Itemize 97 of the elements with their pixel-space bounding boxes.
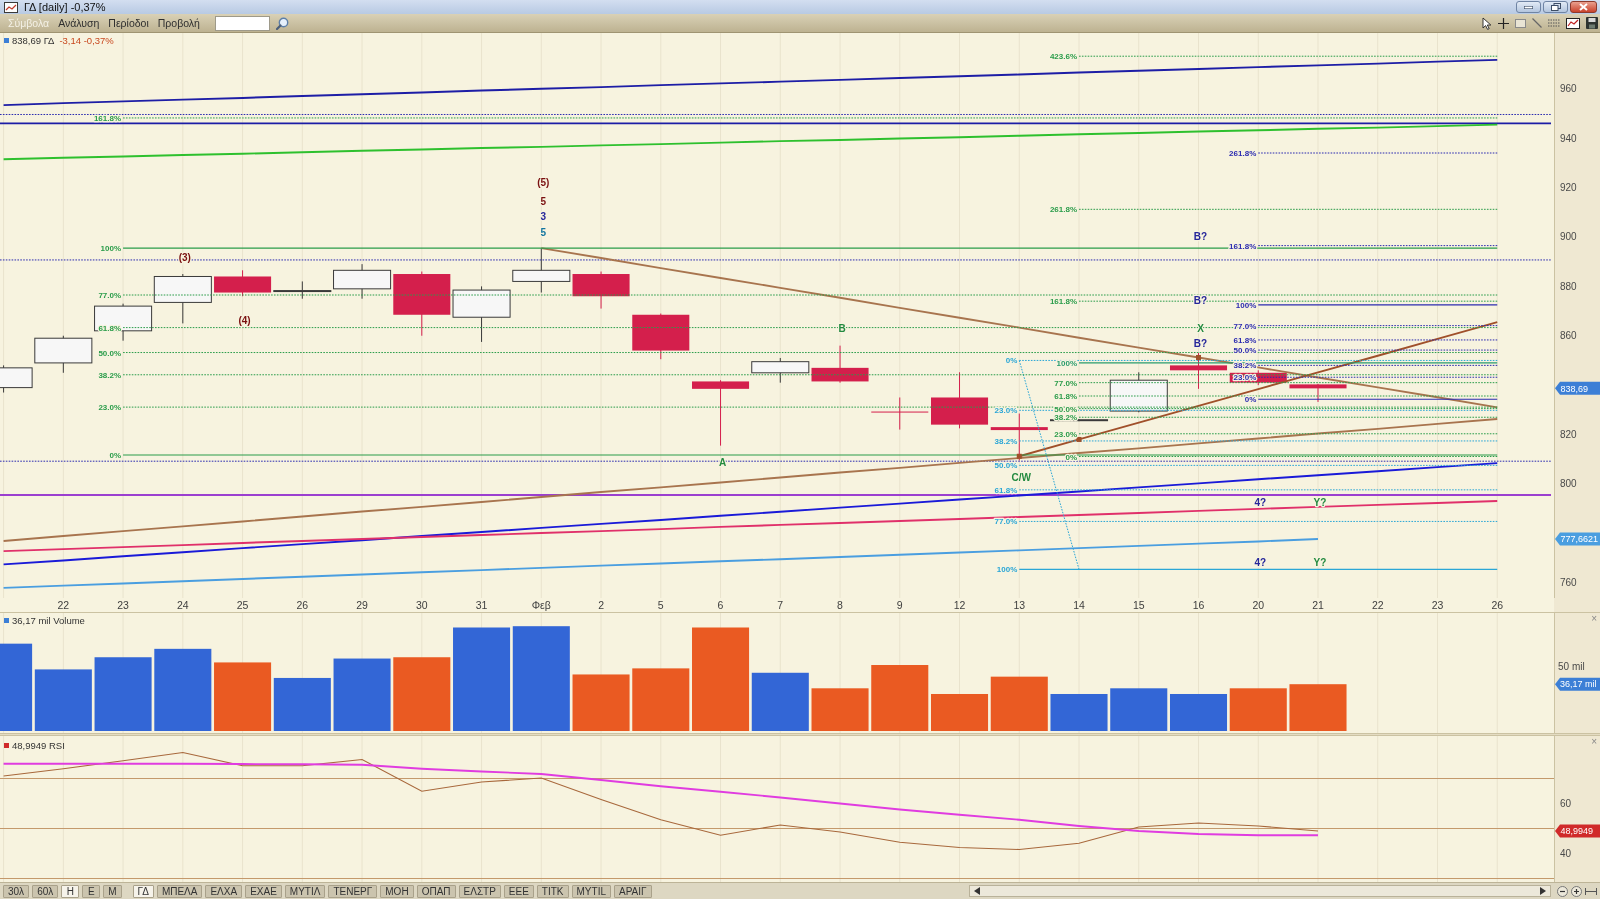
date-axis-label: 9 — [896, 598, 903, 611]
date-axis-label: 25 — [236, 598, 249, 611]
price-axis-label: 880 — [1560, 280, 1577, 292]
y-tick-label: 48,9949 — [1560, 826, 1594, 837]
fib-level-label: 38.2% — [98, 370, 122, 380]
wave-label: C/W — [1011, 472, 1031, 484]
fib-level-label: 61.8% — [1233, 335, 1257, 345]
wave-label: Y? — [1313, 556, 1327, 568]
fib-level-label: 23.0% — [1233, 373, 1257, 383]
fib-level-label: 423.6% — [1049, 52, 1077, 62]
wave-label: (5) — [537, 177, 550, 189]
fib-level-label: 50.0% — [98, 348, 122, 358]
fib-level-label: 77.0% — [1233, 321, 1257, 331]
fib-level-label: 161.8% — [93, 113, 122, 123]
legend-text: 36,17 mil Volume — [12, 615, 85, 626]
price-axis-label: 900 — [1560, 231, 1577, 243]
fib-level-label: 50.0% — [1054, 404, 1077, 414]
y-tick-label: 838,69 — [1560, 383, 1589, 394]
date-axis-label: 12 — [953, 598, 966, 611]
y-tick-label: 36,17 mil — [1560, 679, 1597, 690]
price-axis-label: 960 — [1560, 83, 1577, 95]
wave-label: B — [838, 323, 846, 335]
price-axis-label: 920 — [1560, 182, 1577, 194]
axis-value-tag: 48,9949 — [1555, 824, 1600, 838]
fib-level-label: 0% — [1065, 452, 1077, 462]
wave-label: 4? — [1254, 496, 1267, 508]
wave-label: Y? — [1313, 496, 1327, 508]
fib-level-label: 23.0% — [994, 406, 1018, 416]
fib-level-label: 50.0% — [1233, 346, 1257, 356]
date-axis-label: 31 — [475, 598, 488, 611]
fib-level-label: 0% — [109, 451, 122, 460]
fib-level-label: 50.0% — [994, 461, 1018, 471]
fib-level-label: 38.2% — [994, 436, 1018, 446]
y-tick-label: 777,6621 — [1560, 534, 1599, 545]
fib-level-label: 61.8% — [994, 485, 1018, 495]
fib-level-label: 261.8% — [1049, 205, 1077, 215]
fib-level-label: 100% — [1235, 300, 1257, 310]
rsi-axis-label: 60 — [1560, 798, 1572, 809]
price-change-text: -3,14 -0,37% — [59, 35, 114, 46]
fib-level-label: 100% — [100, 244, 122, 254]
fib-level-label: 77.0% — [98, 291, 122, 300]
date-axis-label: 5 — [657, 598, 664, 611]
fib-level-label: 61.8% — [1054, 392, 1077, 401]
wave-label: 5 — [540, 195, 547, 207]
date-axis-label: 20 — [1252, 598, 1265, 611]
axis-value-tag: 838,69 — [1555, 381, 1600, 395]
axis-value-tag: 777,6621 — [1555, 532, 1600, 546]
wave-label: 3 — [540, 211, 547, 223]
volume-axis-label: 50 mil — [1558, 660, 1585, 672]
date-axis-label: 21 — [1312, 598, 1324, 611]
price-axis-label: 940 — [1560, 132, 1577, 144]
date-axis-label: 16 — [1192, 598, 1205, 611]
legend-text: 48,9949 RSI — [12, 740, 65, 751]
date-axis-label: 7 — [777, 598, 784, 611]
wave-label: B? — [1193, 231, 1208, 243]
date-axis-label: 13 — [1013, 598, 1026, 611]
wave-label: 4? — [1254, 556, 1267, 568]
price-axis-label: 800 — [1560, 478, 1577, 490]
date-axis-label: 30 — [415, 598, 428, 611]
fib-level-label: 100% — [1056, 358, 1077, 368]
date-axis-label: 24 — [177, 598, 189, 611]
date-axis-label: 22 — [1371, 598, 1384, 611]
axis-value-tag: 36,17 mil — [1555, 677, 1600, 691]
date-axis-label: 6 — [717, 598, 724, 611]
wave-label: B? — [1193, 294, 1208, 306]
fib-level-label: 23.0% — [98, 403, 122, 413]
price-axis-label: 760 — [1560, 577, 1577, 589]
date-axis-label: 23 — [1431, 598, 1444, 611]
fib-level-label: 261.8% — [1229, 149, 1257, 158]
legend-text: 838,69 ΓΔ — [12, 35, 55, 46]
fib-level-label: 100% — [996, 565, 1018, 575]
wave-label: X — [1197, 323, 1204, 335]
date-axis-label: 2 — [598, 598, 604, 611]
wave-label: (3) — [178, 251, 191, 263]
fib-level-label: 77.0% — [994, 517, 1018, 527]
wave-label: (4) — [238, 315, 251, 327]
date-axis-label: 26 — [296, 598, 309, 611]
date-axis-label: Φεβ — [531, 598, 551, 611]
wave-label: B? — [1193, 337, 1208, 349]
fib-level-label: 77.0% — [1054, 378, 1077, 388]
date-axis-label: 22 — [57, 598, 70, 611]
fib-level-label: 0% — [1244, 395, 1257, 405]
price-axis-label: 860 — [1560, 330, 1577, 342]
wave-label: A — [718, 456, 727, 468]
date-axis-label: 8 — [837, 598, 843, 611]
date-axis-label: 29 — [356, 598, 368, 611]
date-axis-label: 23 — [117, 598, 129, 611]
date-axis-label: 14 — [1073, 598, 1085, 611]
rsi-axis-label: 40 — [1560, 848, 1572, 859]
window-title: ΓΔ [daily] -0,37% — [24, 1, 106, 13]
fib-level-label: 0% — [1005, 356, 1018, 366]
price-axis-label: 820 — [1560, 429, 1577, 441]
date-axis-label: 15 — [1132, 598, 1145, 611]
fib-level-label: 23.0% — [1054, 429, 1077, 439]
date-axis-label: 26 — [1491, 598, 1504, 611]
wave-label: 5 — [540, 227, 547, 239]
fib-level-label: 161.8% — [1049, 297, 1077, 307]
